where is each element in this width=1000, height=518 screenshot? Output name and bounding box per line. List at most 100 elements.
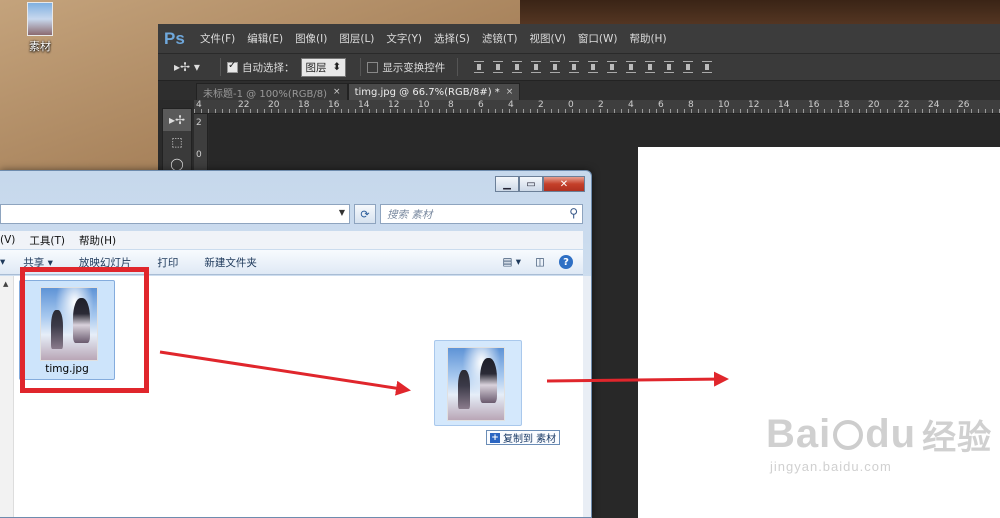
menu-view[interactable]: 视图(V) (529, 31, 565, 46)
view-options-icon[interactable]: ▤ ▾ (503, 256, 522, 268)
divider (457, 58, 459, 76)
minimize-button[interactable]: ▁ (495, 176, 519, 192)
distribute-bottom-icon[interactable] (626, 61, 637, 73)
view-controls: ▤ ▾ ◫ ? (503, 255, 583, 269)
ps-logo: Ps (164, 28, 185, 48)
maximize-button[interactable]: ▭ (519, 176, 543, 192)
watermark-url: jingyan.baidu.com (770, 459, 892, 474)
ruler-label: 2 (538, 100, 544, 110)
cmd-arrow: ▾ (0, 256, 6, 268)
ruler-label: 12 (748, 100, 760, 110)
ruler-label: 8 (688, 100, 694, 110)
ruler-label: 8 (448, 100, 454, 110)
ruler-label: 22 (898, 100, 910, 110)
ruler-label: 16 (808, 100, 820, 110)
menu-layer[interactable]: 图层(L) (339, 31, 374, 46)
menu-help[interactable]: 帮助(H) (79, 233, 116, 248)
menu-image[interactable]: 图像(I) (295, 31, 327, 46)
search-icon[interactable]: ⚲ (569, 206, 578, 220)
ps-options-bar: ▸✢ ▾ 自动选择： 图层 ⬍ 显示变换控件 (158, 54, 1000, 81)
tab-label: timg.jpg @ 66.7%(RGB/8#) * (354, 86, 500, 98)
distribute-top-icon[interactable] (588, 61, 599, 73)
ruler-label: 20 (268, 100, 280, 110)
menu-help[interactable]: 帮助(H) (629, 31, 666, 46)
image-thumbnail-icon (27, 2, 53, 36)
auto-align-icon[interactable] (702, 61, 713, 73)
print-button[interactable]: 打印 (157, 255, 178, 270)
show-transform-label: 显示变换控件 (382, 61, 446, 74)
ruler-label: 4 (628, 100, 634, 110)
watermark-brand: Bai (766, 412, 832, 456)
ruler-label: 2 (598, 100, 604, 110)
help-icon[interactable]: ? (559, 255, 573, 269)
distribute-left-icon[interactable] (645, 61, 656, 73)
menu-window[interactable]: 窗口(W) (578, 31, 618, 46)
auto-select-checkbox[interactable] (227, 60, 238, 73)
auto-select-dropdown[interactable]: 图层 ⬍ (300, 57, 347, 77)
scroll-up-icon[interactable]: ▲ (3, 280, 8, 288)
align-buttons (474, 61, 713, 73)
align-hcenter-icon[interactable] (550, 61, 561, 73)
chevron-down-icon[interactable]: ▼ (339, 208, 345, 217)
tab-label: 未标题-1 @ 100%(RGB/8) (203, 88, 328, 100)
close-icon[interactable]: × (333, 87, 341, 97)
ruler-label: 6 (658, 100, 664, 110)
ruler-label: 0 (568, 100, 574, 110)
ruler-label: 18 (838, 100, 850, 110)
ruler-label: 20 (868, 100, 880, 110)
menu-tools[interactable]: 工具(T) (29, 233, 65, 248)
align-top-icon[interactable] (474, 61, 485, 73)
baidu-watermark: Bai du 经验 jingyan.baidu.com (766, 410, 992, 474)
ruler-label: 16 (328, 100, 340, 110)
tab-untitled[interactable]: 未标题-1 @ 100%(RGB/8) × (196, 83, 348, 100)
auto-select-label: 自动选择： (242, 61, 295, 74)
show-transform-checkbox[interactable] (367, 61, 379, 73)
menu-edit[interactable]: 编辑(E) (247, 31, 283, 46)
plus-icon: + (490, 432, 500, 443)
nav-scrollbar[interactable]: ▲ (0, 276, 14, 517)
address-bar[interactable]: ▼ (0, 204, 350, 224)
content-scrollbar[interactable] (583, 276, 591, 517)
preview-pane-icon[interactable]: ◫ (535, 256, 545, 268)
ruler-label: 22 (238, 100, 250, 110)
close-icon[interactable]: × (506, 87, 514, 97)
search-placeholder: 搜索 素材 (387, 208, 433, 221)
ruler-label: 10 (718, 100, 730, 110)
distribute-hcenter-icon[interactable] (664, 61, 675, 73)
ruler-label: 10 (418, 100, 430, 110)
distribute-vcenter-icon[interactable] (607, 61, 618, 73)
align-vcenter-icon[interactable] (493, 61, 504, 73)
drag-preview (434, 340, 522, 426)
menu-view[interactable]: (V) (0, 234, 15, 246)
refresh-icon[interactable]: ⟳ (354, 204, 376, 224)
menu-select[interactable]: 选择(S) (434, 31, 470, 46)
ruler-label: 14 (778, 100, 790, 110)
menu-type[interactable]: 文字(Y) (386, 31, 422, 46)
ps-document-tabs: 未标题-1 @ 100%(RGB/8) × timg.jpg @ 66.7%(R… (158, 81, 1000, 100)
ruler-label: 12 (388, 100, 400, 110)
address-row: ▼ ⟳ 搜索 素材 ⚲ (0, 203, 583, 225)
tab-timg[interactable]: timg.jpg @ 66.7%(RGB/8#) * × (347, 83, 521, 100)
marquee-tool-icon[interactable]: ⬚ (163, 131, 191, 153)
menu-filter[interactable]: 滤镜(T) (482, 31, 518, 46)
copy-tooltip: + 复制到 素材 (486, 430, 561, 445)
move-tool-icon[interactable]: ▸✢ (163, 109, 191, 131)
distribute-right-icon[interactable] (683, 61, 694, 73)
move-tool-icon[interactable]: ▸✢ ▾ (174, 60, 214, 74)
divider (360, 58, 362, 76)
image-thumbnail (447, 347, 505, 421)
divider (220, 58, 221, 76)
watermark-brand2: du (865, 412, 917, 456)
menu-file[interactable]: 文件(F) (200, 31, 235, 46)
desktop-folder-icon[interactable]: 素材 (18, 2, 62, 54)
align-bottom-icon[interactable] (512, 61, 523, 73)
ruler-label: 14 (358, 100, 370, 110)
ruler-label: 18 (298, 100, 310, 110)
new-folder-button[interactable]: 新建文件夹 (204, 255, 257, 270)
align-left-icon[interactable] (531, 61, 542, 73)
align-right-icon[interactable] (569, 61, 580, 73)
close-button[interactable]: ✕ (543, 176, 585, 192)
copy-tooltip-text: 复制到 素材 (503, 434, 557, 445)
search-input[interactable]: 搜索 素材 ⚲ (380, 204, 583, 224)
ruler-label: 4 (196, 100, 202, 110)
